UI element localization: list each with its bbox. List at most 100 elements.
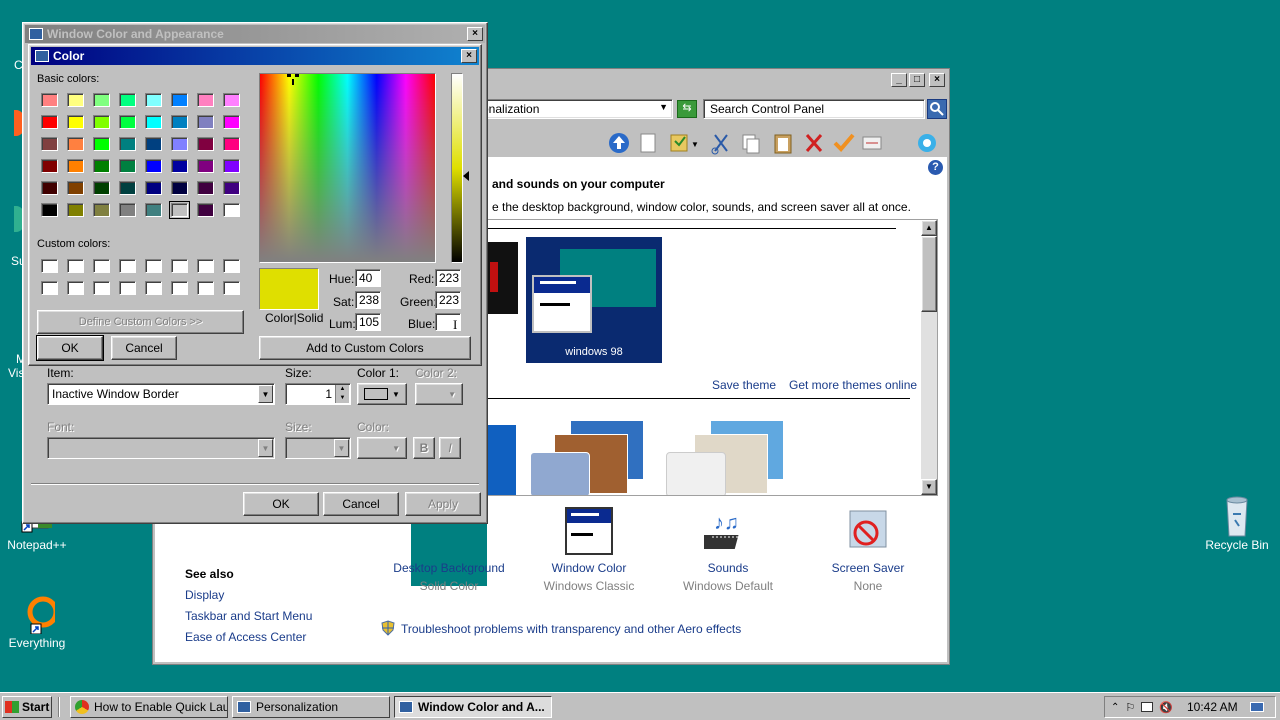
desktop-icon-recycle-bin[interactable]: Recycle Bin	[1197, 496, 1277, 552]
theme-thumbnail-blue[interactable]	[486, 425, 516, 495]
wca-ok-button[interactable]: OK	[243, 492, 319, 516]
red-input[interactable]: 223	[435, 269, 461, 287]
italic-button[interactable]: I	[439, 437, 461, 459]
custom-color-swatch[interactable]	[41, 259, 58, 273]
save-theme-link[interactable]: Save theme	[712, 378, 776, 392]
font-color-button[interactable]: ▼	[357, 437, 407, 459]
properties-icon[interactable]	[862, 136, 882, 150]
basic-color-swatch[interactable]	[145, 137, 162, 151]
hue-input[interactable]: 40	[355, 269, 381, 287]
theme-thumbnail-windows98[interactable]: windows 98	[526, 237, 662, 363]
basic-color-swatch[interactable]	[223, 137, 240, 151]
green-input[interactable]: 223	[435, 291, 461, 309]
color-close-button[interactable]: ×	[461, 49, 477, 63]
color2-button[interactable]: ▼	[415, 383, 463, 405]
screen-saver-item[interactable]: Screen Saver None	[810, 507, 926, 593]
basic-color-swatch[interactable]	[119, 137, 136, 151]
basic-color-swatch[interactable]	[41, 159, 58, 173]
basic-color-swatch[interactable]	[119, 159, 136, 173]
basic-color-swatch[interactable]	[145, 159, 162, 173]
color-cancel-button[interactable]: Cancel	[111, 336, 177, 360]
custom-color-swatch[interactable]	[93, 281, 110, 295]
custom-color-swatch[interactable]	[223, 259, 240, 273]
custom-color-swatch[interactable]	[145, 259, 162, 273]
basic-color-swatch[interactable]	[223, 181, 240, 195]
basic-color-swatch[interactable]	[197, 181, 214, 195]
help-icon[interactable]: ?	[928, 160, 943, 175]
chevron-down-icon[interactable]: ▼	[258, 385, 273, 403]
minimize-button[interactable]: _	[891, 73, 907, 87]
theme-thumbnail-dark[interactable]	[486, 242, 518, 314]
basic-color-swatch[interactable]	[197, 115, 214, 129]
flag-icon[interactable]: ⚐	[1125, 701, 1135, 714]
item-select[interactable]: Inactive Window Border ▼	[47, 383, 275, 405]
search-input[interactable]: Search Control Panel	[703, 99, 925, 119]
basic-color-swatch[interactable]	[197, 203, 214, 217]
custom-color-swatch[interactable]	[197, 281, 214, 295]
basic-color-swatch[interactable]	[67, 93, 84, 107]
sat-input[interactable]: 238	[355, 291, 381, 309]
show-desktop-icon[interactable]	[1249, 702, 1264, 712]
chevron-down-icon[interactable]: ▼	[334, 439, 349, 457]
settings-gear-icon[interactable]	[918, 134, 936, 152]
custom-color-swatch[interactable]	[171, 259, 188, 273]
copy-icon[interactable]	[742, 134, 760, 154]
font-size-select[interactable]: ▼	[285, 437, 351, 459]
size-stepper[interactable]: 1 ▲ ▼	[285, 383, 351, 405]
basic-color-swatch[interactable]	[119, 203, 136, 217]
font-select[interactable]: ▼	[47, 437, 275, 459]
wca-cancel-button[interactable]: Cancel	[323, 492, 399, 516]
basic-color-swatch[interactable]	[41, 181, 58, 195]
basic-color-swatch[interactable]	[223, 159, 240, 173]
basic-color-swatch[interactable]	[67, 203, 84, 217]
basic-color-swatch[interactable]	[169, 201, 190, 219]
basic-color-swatch[interactable]	[41, 93, 58, 107]
basic-color-swatch[interactable]	[67, 159, 84, 173]
chevron-down-icon[interactable]: ▼	[258, 439, 273, 457]
basic-color-swatch[interactable]	[171, 93, 188, 107]
basic-color-swatch[interactable]	[93, 203, 110, 217]
basic-color-swatch[interactable]	[171, 115, 188, 129]
close-button[interactable]: ×	[929, 73, 945, 87]
checkmark-icon[interactable]	[833, 133, 855, 152]
get-more-themes-link[interactable]: Get more themes online	[789, 378, 917, 392]
basic-color-swatch[interactable]	[119, 115, 136, 129]
custom-color-swatch[interactable]	[67, 281, 84, 295]
basic-color-swatch[interactable]	[145, 203, 162, 217]
basic-color-swatch[interactable]	[67, 115, 84, 129]
cut-icon[interactable]	[711, 134, 728, 155]
basic-color-swatch[interactable]	[41, 137, 58, 151]
bold-button[interactable]: B	[413, 437, 435, 459]
taskbar-item-window-color[interactable]: Window Color and A...	[394, 696, 552, 718]
theme-thumbnail-flowers[interactable]	[666, 420, 786, 495]
custom-color-swatch[interactable]	[145, 281, 162, 295]
custom-color-swatch[interactable]	[119, 281, 136, 295]
wca-apply-button[interactable]: Apply	[405, 492, 481, 516]
volume-muted-icon[interactable]: 🔇	[1159, 701, 1173, 714]
paste-icon[interactable]	[774, 134, 792, 154]
custom-color-swatch[interactable]	[171, 281, 188, 295]
desktop-icon-everything[interactable]: Everything	[0, 596, 77, 650]
basic-color-swatch[interactable]	[171, 159, 188, 173]
basic-color-swatch[interactable]	[145, 181, 162, 195]
scroll-down-button[interactable]: ▼	[921, 479, 937, 495]
scrollbar[interactable]: ▲ ▼	[921, 220, 937, 495]
basic-color-swatch[interactable]	[93, 137, 110, 151]
lum-input[interactable]: 105	[355, 313, 381, 331]
theme-thumbnail-photos[interactable]	[530, 420, 650, 495]
basic-color-swatch[interactable]	[119, 93, 136, 107]
scroll-thumb[interactable]	[921, 236, 937, 312]
luminance-slider[interactable]	[451, 73, 463, 263]
color1-button[interactable]: ▼	[357, 383, 407, 405]
basic-color-swatch[interactable]	[145, 93, 162, 107]
folder-check-icon[interactable]: ▼	[670, 134, 699, 152]
basic-color-swatch[interactable]	[93, 115, 110, 129]
maximize-button[interactable]: □	[909, 73, 925, 87]
basic-color-swatch[interactable]	[93, 181, 110, 195]
basic-color-swatch[interactable]	[197, 93, 214, 107]
custom-color-swatch[interactable]	[67, 259, 84, 273]
search-icon[interactable]	[927, 99, 947, 119]
basic-color-swatch[interactable]	[93, 159, 110, 173]
chevron-down-icon[interactable]: ▼	[659, 102, 668, 112]
window-color-item[interactable]: Window Color Windows Classic	[531, 507, 647, 593]
